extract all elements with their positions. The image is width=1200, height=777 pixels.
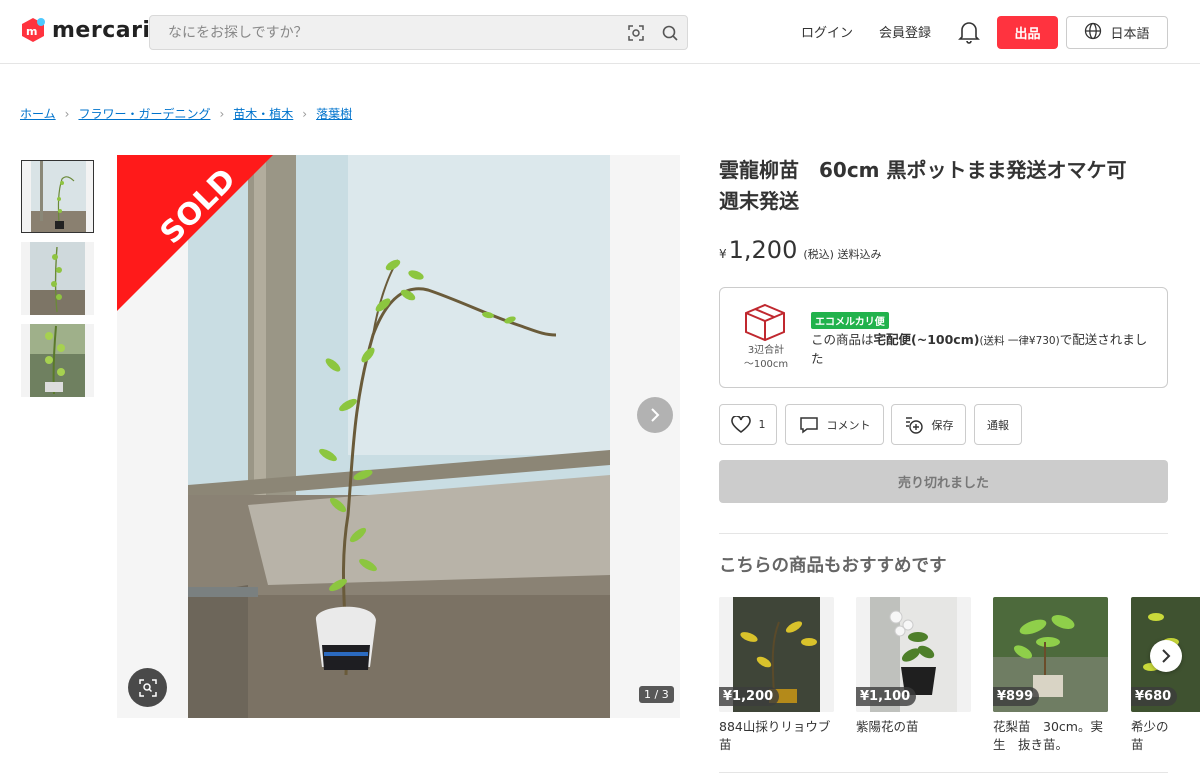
recommend-item-price: ¥899 xyxy=(993,687,1040,706)
divider xyxy=(719,533,1168,534)
zoom-icon xyxy=(138,678,157,697)
recommend-item-name: 紫陽花の苗 xyxy=(856,719,919,734)
shipping-info-box: 3辺合計 〜100cm エコメルカリ便 この商品は宅配便(~100cm)(送料 … xyxy=(719,287,1168,388)
shipping-text-before: この商品は xyxy=(811,332,874,347)
save-add-icon xyxy=(905,416,923,434)
recommend-item[interactable]: ¥680 希少の苗 xyxy=(1131,597,1200,754)
zoom-button[interactable] xyxy=(128,668,167,707)
sell-button[interactable]: 出品 xyxy=(997,16,1058,49)
chevron-right-icon xyxy=(1162,649,1171,663)
divider xyxy=(719,772,1168,773)
sold-out-button[interactable]: 売り切れました xyxy=(719,460,1168,503)
breadcrumb-item-home[interactable]: ホーム xyxy=(20,105,56,122)
comment-button[interactable]: コメント xyxy=(785,404,884,445)
search-input[interactable] xyxy=(150,16,619,49)
recommend-item-name: 花梨苗 30cm。実生 抜き苗。 xyxy=(993,719,1103,752)
recommend-item-name: 884山採りリョウブ苗 xyxy=(719,719,831,752)
recommend-item-name: 希少の苗 xyxy=(1131,719,1169,752)
svg-text:m: m xyxy=(26,25,37,38)
recommend-item[interactable]: ¥899 花梨苗 30cm。実生 抜き苗。 xyxy=(993,597,1108,754)
shipping-fee: (送料 一律¥730) xyxy=(979,335,1060,347)
eco-mercari-badge: エコメルカリ便 xyxy=(811,312,889,329)
currency-symbol: ¥ xyxy=(719,247,727,261)
mercari-logo[interactable]: m mercari xyxy=(20,17,150,43)
login-link[interactable]: ログイン xyxy=(801,22,853,41)
shipping-description: この商品は宅配便(~100cm)(送料 一律¥730)で配送されました xyxy=(811,331,1151,368)
next-image-button[interactable] xyxy=(637,397,673,433)
recommend-item-image: ¥1,200 xyxy=(719,597,834,712)
thumbnail-2[interactable] xyxy=(21,242,94,315)
package-box-icon xyxy=(742,302,788,342)
notification-bell-icon[interactable] xyxy=(958,20,980,44)
like-count: 1 xyxy=(758,418,766,431)
chevron-right-icon xyxy=(651,408,660,422)
logo-text: mercari xyxy=(52,17,151,43)
report-label: 通報 xyxy=(987,418,1009,432)
recommend-item-price: ¥680 xyxy=(1131,687,1178,706)
save-label: 保存 xyxy=(931,418,954,432)
price-note: (税込) 送料込み xyxy=(803,248,882,261)
save-button[interactable]: 保存 xyxy=(891,404,966,445)
item-price: 1,200 xyxy=(728,236,798,264)
language-label: 日本語 xyxy=(1110,27,1150,42)
recommend-title: こちらの商品もおすすめです xyxy=(719,556,947,576)
mercari-logo-icon: m xyxy=(20,17,46,43)
recommend-item-price: ¥1,100 xyxy=(856,687,917,706)
header: m mercari ログイン 会員登録 出品 xyxy=(0,0,1200,64)
recommend-item[interactable]: ¥1,100 紫陽花の苗 xyxy=(856,597,971,736)
breadcrumb-item-deciduous[interactable]: 落葉樹 xyxy=(316,105,352,122)
breadcrumb-item-flower-gardening[interactable]: フラワー・ガーデニング xyxy=(78,105,210,122)
recommend-item-price: ¥1,200 xyxy=(719,687,780,706)
language-button[interactable]: 日本語 xyxy=(1066,16,1168,49)
thumbnail-3[interactable] xyxy=(21,324,94,397)
globe-icon xyxy=(1084,22,1102,44)
shipping-method: 宅配便(~100cm) xyxy=(873,332,980,347)
box-size-caption: 3辺合計 〜100cm xyxy=(743,345,789,370)
comment-icon xyxy=(799,416,818,433)
heart-icon xyxy=(730,415,751,433)
recommend-item-image: ¥1,100 xyxy=(856,597,971,712)
breadcrumb-item-seedlings[interactable]: 苗木・植木 xyxy=(233,105,293,122)
like-button[interactable]: 1 xyxy=(719,404,777,445)
image-counter: 1 / 3 xyxy=(639,686,674,703)
search-icon[interactable] xyxy=(653,16,687,49)
report-button[interactable]: 通報 xyxy=(974,404,1022,445)
sold-ribbon: SOLD xyxy=(117,155,273,311)
comment-label: コメント xyxy=(826,418,871,432)
recommend-next-button[interactable] xyxy=(1150,640,1182,672)
item-title: 雲龍柳苗 60cm 黒ポットまま発送オマケ可 週末発送 xyxy=(719,158,1147,213)
recommend-item-image: ¥899 xyxy=(993,597,1108,712)
signup-link[interactable]: 会員登録 xyxy=(879,22,931,41)
thumbnail-1[interactable] xyxy=(21,160,94,233)
breadcrumb: ホーム › フラワー・ガーデニング › 苗木・植木 › 落葉樹 xyxy=(20,105,352,122)
chevron-right-icon: › xyxy=(302,106,308,121)
image-search-icon[interactable] xyxy=(619,16,653,49)
chevron-right-icon: › xyxy=(219,106,225,121)
recommend-item[interactable]: ¥1,200 884山採りリョウブ苗 xyxy=(719,597,834,754)
main-image[interactable]: SOLD 1 / 3 xyxy=(117,155,680,718)
chevron-right-icon: › xyxy=(64,106,70,121)
price-row: ¥ 1,200 (税込) 送料込み xyxy=(719,236,881,264)
search-bar xyxy=(149,15,688,50)
